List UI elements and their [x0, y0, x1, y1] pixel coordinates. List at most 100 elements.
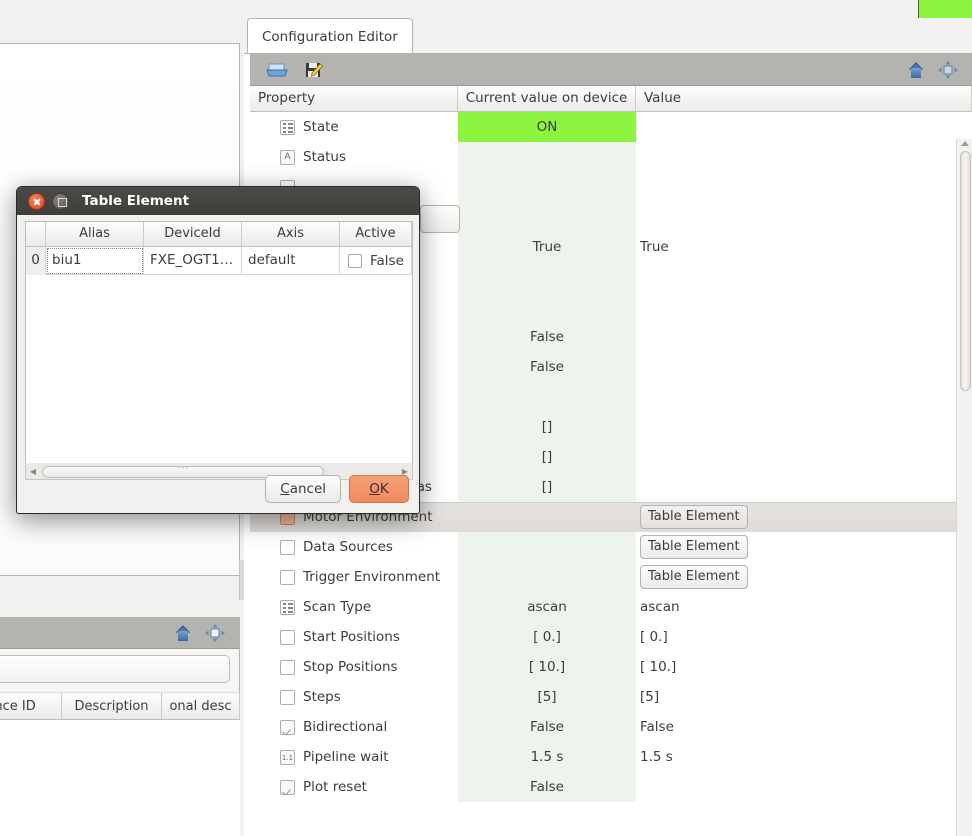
current-value-cell: True: [458, 232, 636, 262]
value-cell[interactable]: Table Element: [636, 535, 958, 559]
dock-up-icon[interactable]: [173, 624, 193, 642]
column-header-instance-id[interactable]: tance ID: [0, 692, 62, 720]
cell-active[interactable]: False: [340, 247, 412, 275]
value-cell[interactable]: True: [636, 239, 958, 255]
current-value-cell: [458, 382, 636, 412]
left-bottom-search-input[interactable]: [0, 655, 230, 683]
check-off-icon: [280, 629, 295, 645]
current-value-cell: [458, 262, 636, 292]
cancel-button[interactable]: Cancel: [265, 475, 341, 503]
column-header-alias[interactable]: Alias: [46, 222, 144, 247]
editor-vertical-scrollbar[interactable]: [956, 139, 972, 836]
configuration-editor-toolbar: [250, 54, 972, 86]
property-row[interactable]: Pipeline wait 1.5 s1.5 s: [250, 742, 958, 772]
column-header-active[interactable]: Active: [340, 222, 412, 247]
property-row[interactable]: Stop Positions [ 10.][ 10.]: [250, 652, 958, 682]
current-value-cell: [ 0.]: [458, 622, 636, 652]
column-header-axis[interactable]: Axis: [242, 222, 340, 247]
current-value-cell: False: [458, 712, 636, 742]
column-header-current-value[interactable]: Current value on device: [458, 86, 636, 112]
value-cell[interactable]: Table Element: [636, 505, 958, 529]
current-value-cell: [458, 202, 636, 232]
left-bottom-table-body: [0, 720, 240, 836]
close-icon[interactable]: [28, 192, 45, 210]
current-value-cell: False: [458, 772, 636, 802]
value-cell[interactable]: Table Element: [636, 565, 958, 589]
current-value-cell: [ 10.]: [458, 652, 636, 682]
dialog-title-bar[interactable]: Table Element: [17, 187, 419, 215]
scroll-up-icon[interactable]: [961, 141, 969, 146]
cell-axis[interactable]: default: [242, 247, 340, 275]
tab-configuration-editor[interactable]: Configuration Editor: [247, 18, 413, 54]
table-row[interactable]: 0 biu1 FXE_OGT1… default False: [26, 247, 412, 275]
scroll-left-icon[interactable]: ◀: [26, 464, 40, 479]
left-bottom-table-header: tance ID Description onal desc: [0, 692, 240, 720]
application-window: tance ID Description onal desc Configura…: [0, 0, 972, 836]
table-element-button[interactable]: Table Element: [640, 505, 748, 529]
value-cell[interactable]: [ 0.]: [636, 629, 958, 645]
current-value-cell: [458, 292, 636, 322]
obscured-button[interactable]: [420, 205, 460, 233]
current-value-cell: False: [458, 322, 636, 352]
undock-move-icon[interactable]: [205, 624, 225, 642]
table-element-button[interactable]: Table Element: [640, 565, 748, 589]
check-off-icon: [280, 569, 295, 585]
column-header-property[interactable]: Property: [250, 86, 458, 112]
text-icon: [280, 149, 295, 165]
column-header-optional-description[interactable]: onal desc: [162, 692, 240, 720]
property-row[interactable]: Bidirectional False False: [250, 712, 958, 742]
current-value-cell: []: [458, 472, 636, 502]
cell-deviceid[interactable]: FXE_OGT1…: [144, 247, 242, 275]
table-element-dialog: Table Element Alias DeviceId Axis Active…: [16, 186, 420, 514]
maximize-icon[interactable]: [52, 192, 69, 210]
num-icon: [280, 749, 295, 765]
property-name-cell: Steps: [250, 689, 458, 705]
active-checkbox[interactable]: [348, 254, 362, 268]
value-cell[interactable]: ascan: [636, 599, 958, 615]
column-header-description[interactable]: Description: [62, 692, 162, 720]
current-value-cell: [458, 502, 636, 532]
dialog-table-header: Alias DeviceId Axis Active: [26, 222, 412, 247]
list-icon: [280, 119, 295, 135]
property-row[interactable]: Steps [5] [5]: [250, 682, 958, 712]
value-cell[interactable]: [ 10.]: [636, 659, 958, 675]
value-cell[interactable]: 1.5 s: [636, 749, 958, 765]
property-label: Steps: [303, 689, 341, 705]
current-value-cell: [458, 562, 636, 592]
property-row[interactable]: State ON: [250, 112, 958, 142]
property-name-cell: Data Sources: [250, 539, 458, 555]
save-config-as-icon[interactable]: [304, 61, 324, 79]
ok-button[interactable]: OK: [349, 475, 409, 503]
property-row[interactable]: Data Sources Table Element: [250, 532, 958, 562]
cell-alias[interactable]: biu1: [46, 247, 144, 275]
list-icon: [280, 599, 295, 615]
current-value-cell: ascan: [458, 592, 636, 622]
property-label: Scan Type: [303, 599, 372, 615]
open-config-icon[interactable]: [266, 61, 288, 79]
property-name-cell: Stop Positions: [250, 659, 458, 675]
table-element-button[interactable]: Table Element: [640, 535, 748, 559]
property-row[interactable]: Start Positions [ 0.][ 0.]: [250, 622, 958, 652]
property-name-cell: Pipeline wait: [250, 749, 458, 765]
check-off-icon: [280, 689, 295, 705]
property-row[interactable]: Plot reset False: [250, 772, 958, 802]
property-name-cell: Scan Type: [250, 599, 458, 615]
column-header-deviceid[interactable]: DeviceId: [144, 222, 242, 247]
property-label: Bidirectional: [303, 719, 388, 735]
value-cell[interactable]: [5]: [636, 689, 958, 705]
current-value-cell: 1.5 s: [458, 742, 636, 772]
current-value-cell: [5]: [458, 682, 636, 712]
column-header-value[interactable]: Value: [636, 86, 972, 112]
property-label: Status: [303, 149, 347, 165]
current-value-cell: ON: [458, 112, 636, 142]
current-value-cell: [458, 172, 636, 202]
value-cell[interactable]: False: [636, 719, 958, 735]
undock-move-icon[interactable]: [938, 60, 958, 79]
column-header-index: [26, 222, 46, 247]
property-row[interactable]: Trigger Environment Table Element: [250, 562, 958, 592]
property-row[interactable]: Status: [250, 142, 958, 172]
dock-up-icon[interactable]: [906, 61, 926, 79]
property-row[interactable]: Scan Type ascan ascan: [250, 592, 958, 622]
scrollbar-thumb[interactable]: [960, 151, 971, 391]
current-value-cell: []: [458, 442, 636, 472]
